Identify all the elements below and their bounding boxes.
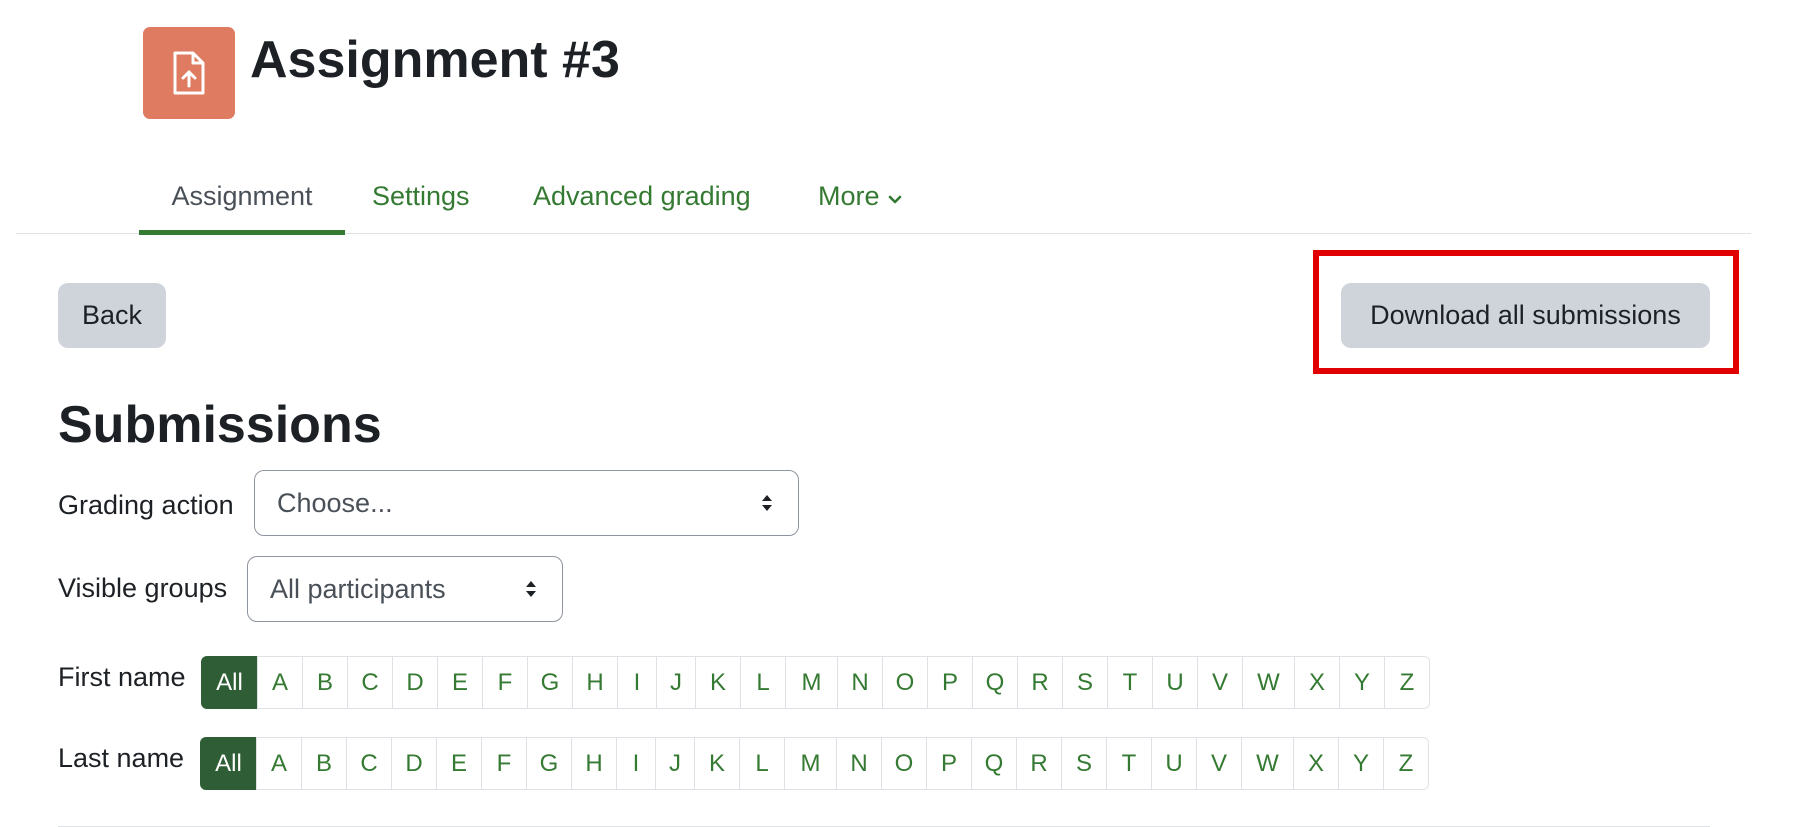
tab-more-label: More (818, 180, 880, 211)
tab-settings-label: Settings (372, 180, 470, 211)
visible-groups-label: Visible groups (58, 573, 228, 603)
first-name-initial-g[interactable]: G (527, 656, 573, 709)
last-name-initial-r[interactable]: R (1016, 737, 1062, 790)
tab-assignment[interactable]: Assignment (139, 158, 345, 235)
first-name-initial-l[interactable]: L (740, 656, 786, 709)
last-name-initial-y[interactable]: Y (1338, 737, 1384, 790)
visible-groups-select[interactable]: All participants (247, 556, 563, 622)
grading-action-value: Choose... (277, 487, 393, 518)
last-name-initial-j[interactable]: J (655, 737, 695, 790)
tab-advanced-grading[interactable]: Advanced grading (533, 158, 751, 234)
last-name-initial-q[interactable]: Q (971, 737, 1017, 790)
last-name-initials-bar: All A B C D E F G H I J K L M N O P Q R S T U V W X Y Z (200, 737, 1429, 790)
first-name-initial-k[interactable]: K (695, 656, 741, 709)
first-name-initial-d[interactable]: D (392, 656, 438, 709)
last-name-initial-o[interactable]: O (881, 737, 927, 790)
visible-groups-value: All participants (270, 573, 446, 604)
page-title: Assignment #3 (250, 31, 620, 89)
tab-assignment-label: Assignment (171, 181, 313, 211)
first-name-initial-p[interactable]: P (927, 656, 973, 709)
last-name-initial-b[interactable]: B (301, 737, 347, 790)
first-name-initial-z[interactable]: Z (1384, 656, 1430, 709)
grading-action-select[interactable]: Choose... (254, 470, 799, 536)
last-name-initial-k[interactable]: K (694, 737, 740, 790)
first-name-initial-all[interactable]: All (201, 656, 258, 709)
last-name-initial-e[interactable]: E (436, 737, 482, 790)
last-name-initial-d[interactable]: D (391, 737, 437, 790)
last-name-initial-h[interactable]: H (571, 737, 617, 790)
assignment-activity-icon (143, 27, 235, 119)
select-arrows-icon (760, 493, 774, 513)
back-button[interactable]: Back (58, 283, 166, 348)
first-name-initial-x[interactable]: X (1294, 656, 1340, 709)
last-name-initial-p[interactable]: P (926, 737, 972, 790)
tab-advanced-grading-label: Advanced grading (533, 180, 751, 211)
last-name-initial-c[interactable]: C (346, 737, 392, 790)
first-name-initial-m[interactable]: M (785, 656, 838, 709)
first-name-initial-c[interactable]: C (347, 656, 393, 709)
tab-more[interactable]: More (818, 158, 902, 234)
first-name-initial-n[interactable]: N (837, 656, 883, 709)
first-name-label: First name (58, 662, 186, 692)
last-name-initial-a[interactable]: A (256, 737, 302, 790)
first-name-initial-e[interactable]: E (437, 656, 483, 709)
last-name-initial-all[interactable]: All (200, 737, 257, 790)
chevron-down-icon (888, 181, 902, 212)
file-upload-icon (173, 51, 205, 95)
first-name-initial-a[interactable]: A (257, 656, 303, 709)
last-name-label: Last name (58, 743, 185, 773)
first-name-initial-f[interactable]: F (482, 656, 528, 709)
first-name-initial-t[interactable]: T (1107, 656, 1153, 709)
last-name-initial-g[interactable]: G (526, 737, 572, 790)
first-name-initial-o[interactable]: O (882, 656, 928, 709)
grading-action-label: Grading action (58, 490, 234, 520)
select-arrows-icon (524, 579, 538, 599)
first-name-initial-s[interactable]: S (1062, 656, 1108, 709)
last-name-initial-z[interactable]: Z (1383, 737, 1429, 790)
first-name-initials-bar: All A B C D E F G H I J K L M N O P Q R S T U V W X Y Z (201, 656, 1430, 709)
first-name-initial-i[interactable]: I (617, 656, 657, 709)
last-name-initial-i[interactable]: I (616, 737, 656, 790)
first-name-initial-b[interactable]: B (302, 656, 348, 709)
first-name-initial-u[interactable]: U (1152, 656, 1198, 709)
last-name-initial-v[interactable]: V (1196, 737, 1242, 790)
last-name-initial-w[interactable]: W (1241, 737, 1294, 790)
last-name-initial-n[interactable]: N (836, 737, 882, 790)
first-name-initial-h[interactable]: H (572, 656, 618, 709)
section-title: Submissions (58, 396, 382, 454)
first-name-initial-v[interactable]: V (1197, 656, 1243, 709)
first-name-initial-q[interactable]: Q (972, 656, 1018, 709)
download-all-submissions-button[interactable]: Download all submissions (1341, 283, 1710, 348)
first-name-initial-w[interactable]: W (1242, 656, 1295, 709)
first-name-initial-y[interactable]: Y (1339, 656, 1385, 709)
last-name-initial-f[interactable]: F (481, 737, 527, 790)
last-name-initial-s[interactable]: S (1061, 737, 1107, 790)
last-name-initial-t[interactable]: T (1106, 737, 1152, 790)
last-name-initial-u[interactable]: U (1151, 737, 1197, 790)
last-name-initial-m[interactable]: M (784, 737, 837, 790)
first-name-initial-j[interactable]: J (656, 656, 696, 709)
tab-settings[interactable]: Settings (372, 158, 470, 234)
first-name-initial-r[interactable]: R (1017, 656, 1063, 709)
last-name-initial-x[interactable]: X (1293, 737, 1339, 790)
last-name-initial-l[interactable]: L (739, 737, 785, 790)
